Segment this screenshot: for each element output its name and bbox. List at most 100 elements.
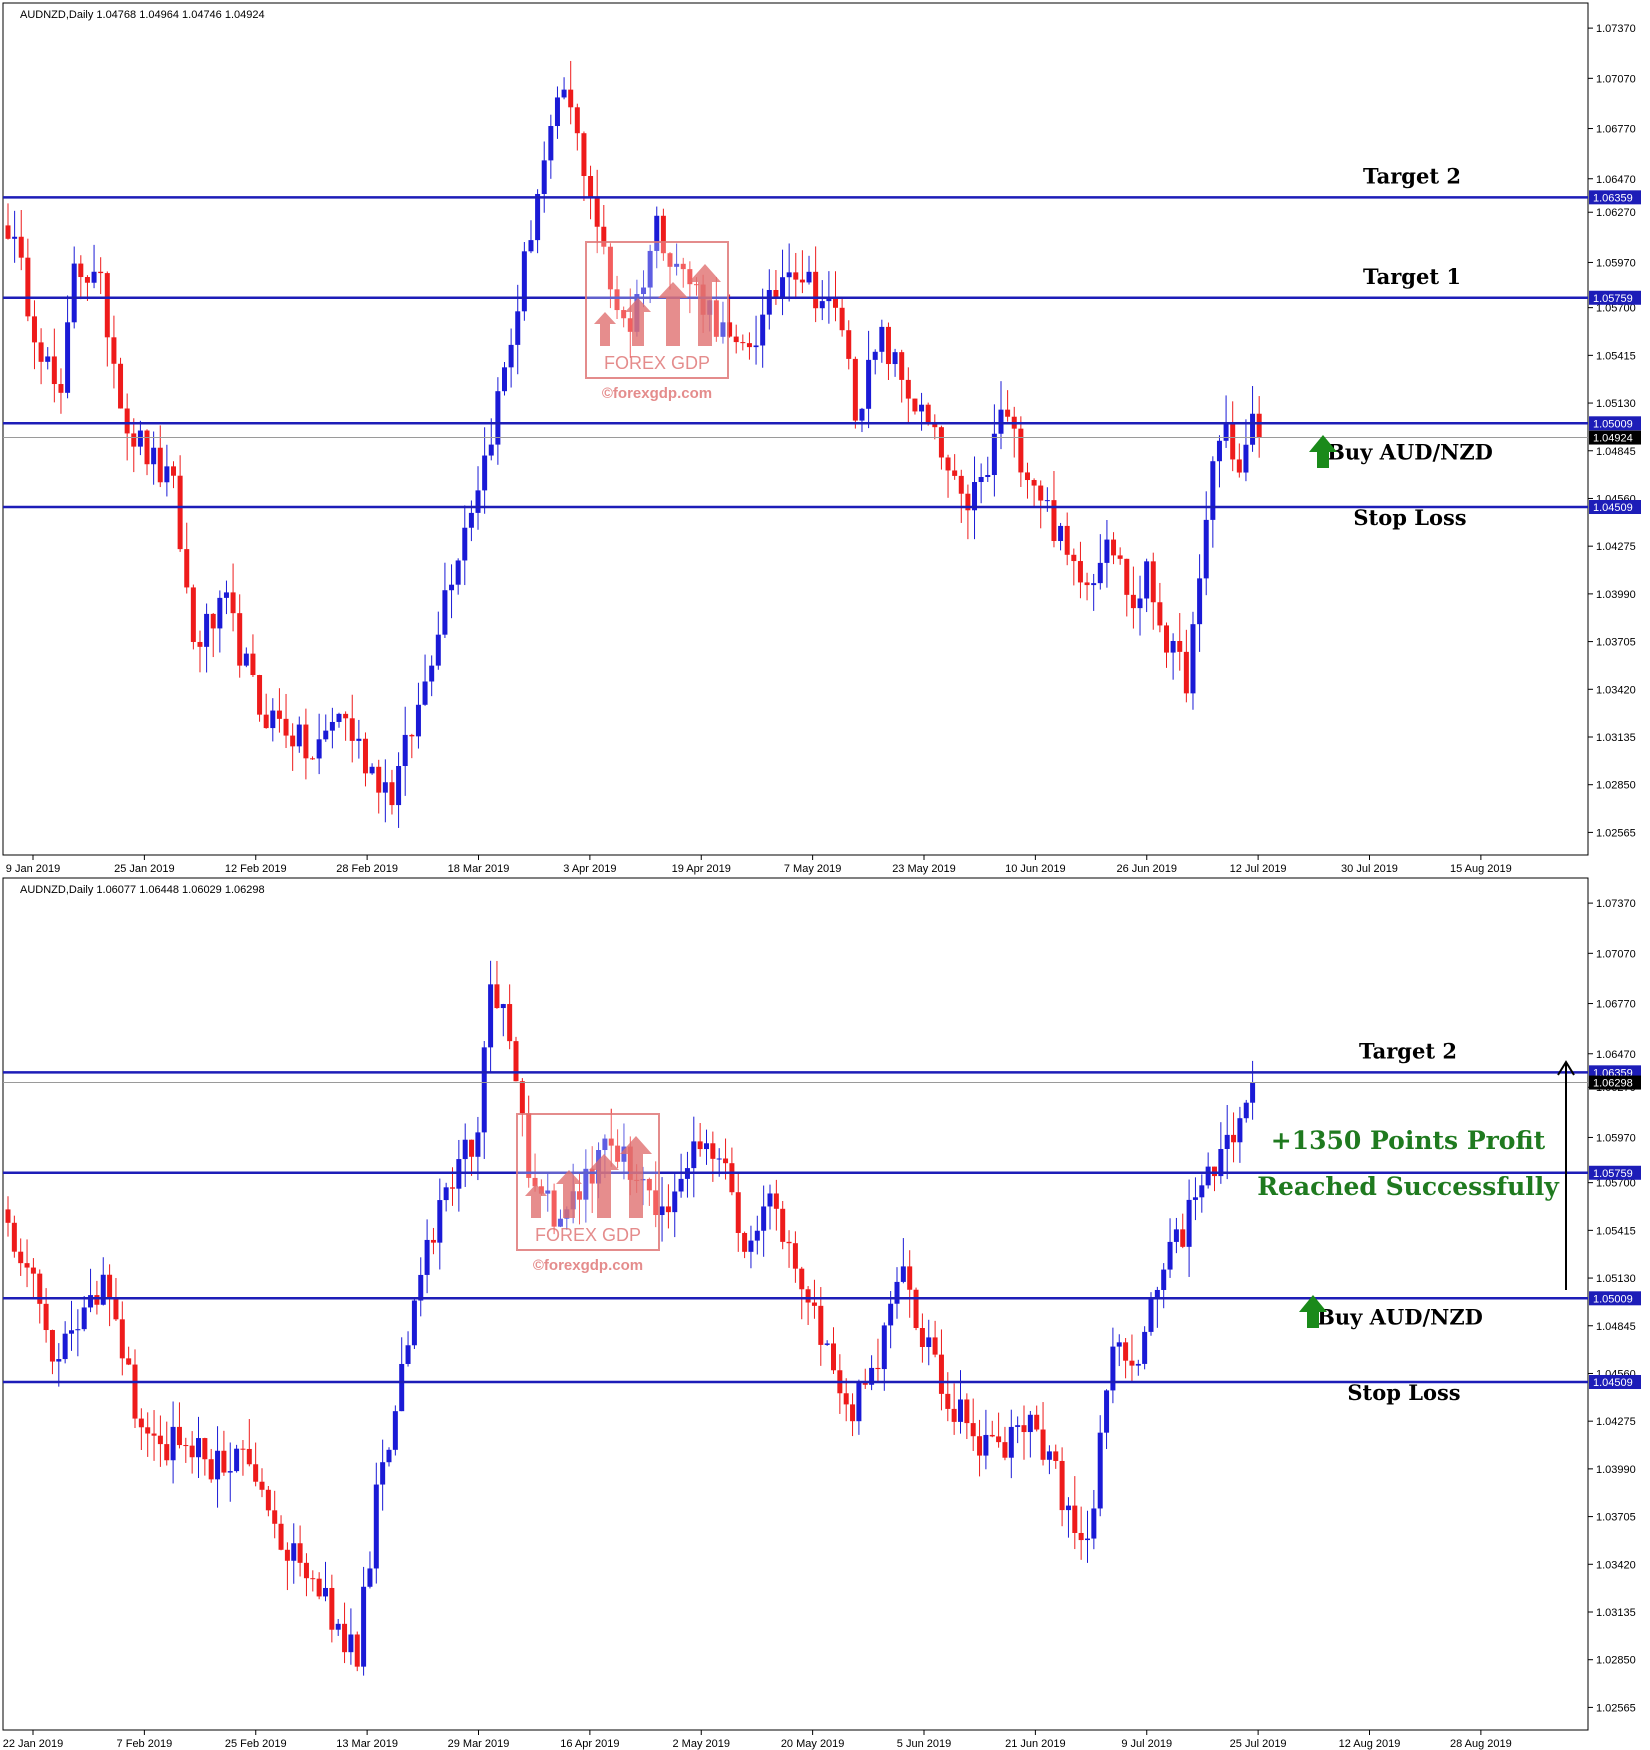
candle-body xyxy=(303,724,309,759)
y-tick-label: 1.03705 xyxy=(1596,637,1636,649)
y-tick-label: 1.05130 xyxy=(1596,1273,1636,1285)
x-tick-label: 25 Jan 2019 xyxy=(114,863,175,875)
candle-body xyxy=(409,734,415,737)
y-tick-label: 1.06770 xyxy=(1596,124,1636,136)
candle-body xyxy=(38,342,44,362)
candle-body xyxy=(1192,1197,1198,1200)
candle-body xyxy=(852,358,858,421)
x-tick-label: 7 May 2019 xyxy=(784,863,841,875)
candle-body xyxy=(435,634,441,666)
candle-body xyxy=(786,272,792,278)
candle-body xyxy=(1124,558,1130,595)
candle-body xyxy=(278,1523,284,1550)
candle-body xyxy=(766,290,772,315)
y-tick-label: 1.05970 xyxy=(1596,1132,1636,1144)
candle-body xyxy=(780,1208,786,1242)
candle-body xyxy=(659,1206,665,1216)
candle-body xyxy=(548,126,554,161)
candle-body xyxy=(88,1295,94,1308)
candle-body xyxy=(176,1426,182,1446)
candle-body xyxy=(879,326,885,352)
candle-body xyxy=(528,240,534,252)
candle-body xyxy=(131,433,137,447)
candle-body xyxy=(1186,1199,1192,1247)
y-tick-label: 1.02850 xyxy=(1596,780,1636,792)
candle-body xyxy=(1199,1185,1205,1198)
candle-body xyxy=(488,444,494,456)
candle-body xyxy=(376,766,382,793)
candle-body xyxy=(977,1436,983,1456)
candle-body xyxy=(513,1041,519,1082)
candle-body xyxy=(18,1251,24,1264)
candle-body xyxy=(1040,1429,1046,1460)
candle-body xyxy=(1237,1118,1243,1143)
x-tick-label: 3 Apr 2019 xyxy=(563,863,616,875)
candle-body xyxy=(157,447,163,483)
candle-body xyxy=(1148,1298,1154,1332)
chart-title-top: AUDNZD,Daily 1.04768 1.04964 1.04746 1.0… xyxy=(20,9,265,21)
watermark-brand-top: FOREX GDP xyxy=(604,353,710,373)
candle-body xyxy=(316,739,322,759)
x-tick-label: 12 Aug 2019 xyxy=(1339,1738,1401,1750)
candle-body xyxy=(1123,1342,1129,1361)
candle-body xyxy=(234,1448,240,1472)
candle-body xyxy=(78,263,84,278)
candle-body xyxy=(985,475,991,477)
candle-body xyxy=(144,430,150,465)
candle-body xyxy=(813,271,819,309)
candle-body xyxy=(786,1241,792,1244)
candle-body xyxy=(1203,519,1209,579)
y-tick-label: 1.05415 xyxy=(1596,1225,1636,1237)
candle-body xyxy=(1117,555,1123,559)
y-tick-label: 1.05130 xyxy=(1596,398,1636,410)
level-label: Buy AUD/NZD xyxy=(1317,1304,1483,1329)
x-tick-label: 5 Jun 2019 xyxy=(897,1738,951,1750)
candle-body xyxy=(415,704,421,737)
candle-body xyxy=(1197,578,1203,625)
candle-body xyxy=(422,681,428,705)
candle-body xyxy=(170,1426,176,1461)
x-tick-label: 28 Feb 2019 xyxy=(336,863,398,875)
candle-body xyxy=(799,279,805,283)
candle-body xyxy=(450,1187,455,1189)
watermark-logo-top: FOREX GDP ©forexgdp.com xyxy=(585,241,729,402)
candle-body xyxy=(1034,1414,1040,1430)
candle-body xyxy=(806,271,812,283)
candle-body xyxy=(5,225,11,239)
candle-body xyxy=(740,342,746,344)
x-tick-label: 23 May 2019 xyxy=(892,863,956,875)
candle-body xyxy=(94,1295,100,1305)
y-tick-label: 1.03420 xyxy=(1596,1559,1636,1571)
y-tick-label: 1.03135 xyxy=(1596,732,1636,744)
y-tick-label: 1.04845 xyxy=(1596,446,1636,458)
candle-body xyxy=(1031,480,1037,486)
candle-body xyxy=(342,1623,348,1653)
candle-body xyxy=(1210,461,1216,520)
candle-body xyxy=(913,1289,919,1329)
y-tick-label: 1.03705 xyxy=(1596,1512,1636,1524)
candle-body xyxy=(297,1543,303,1563)
candle-body xyxy=(970,1423,976,1437)
price-tag-label: 1.06359 xyxy=(1593,192,1633,204)
candle-body xyxy=(265,1489,271,1511)
candle-body xyxy=(938,427,944,458)
candle-body xyxy=(704,1143,709,1150)
candle-body xyxy=(824,1343,830,1345)
x-tick-label: 9 Jan 2019 xyxy=(6,863,60,875)
candle-body xyxy=(177,475,183,550)
candle-body xyxy=(58,384,64,393)
candle-body xyxy=(1064,525,1070,555)
candle-body xyxy=(875,1367,881,1370)
candle-body xyxy=(515,311,521,345)
candle-body xyxy=(1077,561,1083,583)
candle-body xyxy=(323,1587,328,1597)
level-label: Target 1 xyxy=(1363,264,1461,289)
candle-body xyxy=(24,1263,30,1268)
candle-body xyxy=(978,476,984,483)
x-tick-label: 10 Jun 2019 xyxy=(1005,863,1066,875)
candle-body xyxy=(418,1274,424,1301)
candle-body xyxy=(594,197,600,227)
price-tag-label: 1.05759 xyxy=(1593,293,1633,305)
candle-body xyxy=(919,404,925,412)
plot-frame-top xyxy=(2,2,1589,856)
